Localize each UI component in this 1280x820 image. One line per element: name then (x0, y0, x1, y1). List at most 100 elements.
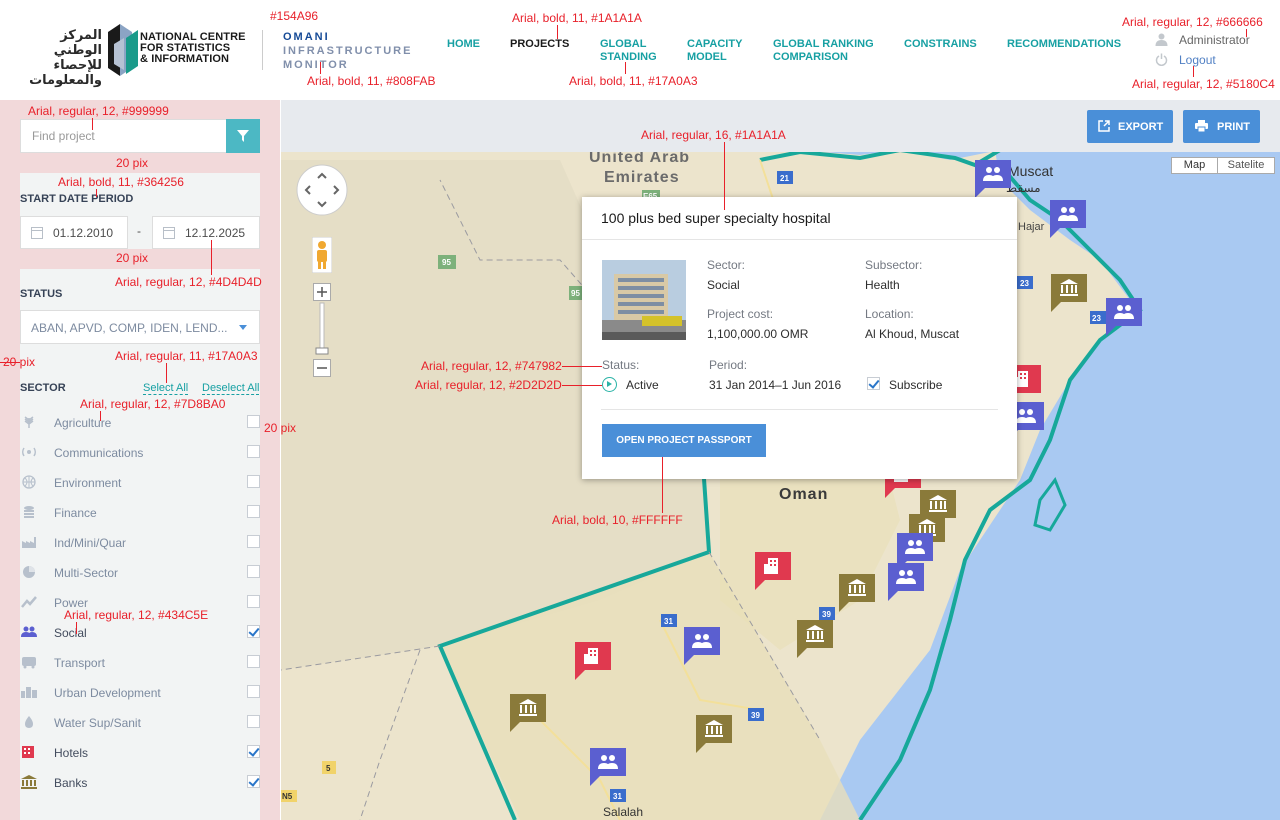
header-divider (262, 30, 263, 70)
subsector-value: Health (865, 278, 900, 292)
bus-icon (22, 657, 36, 669)
popup-divider-bottom (601, 409, 998, 410)
subsector-label: Subsector: (865, 258, 923, 272)
nav-constrains[interactable]: CONSTRAINS (904, 38, 977, 51)
map-type-map[interactable]: Map (1171, 157, 1218, 174)
sector-item-environment[interactable]: Environment (20, 467, 260, 497)
sector-item-transport[interactable]: Transport (20, 647, 260, 677)
sector-checkbox[interactable] (247, 565, 260, 578)
sector-checkbox[interactable] (247, 595, 260, 608)
project-search[interactable]: Find project (20, 119, 260, 153)
annotation: 20 pix (116, 156, 149, 170)
sector-checkbox[interactable] (247, 535, 260, 548)
app-title: OMANI INFRASTRUCTURE MONITOR (283, 31, 413, 71)
sector-checkbox[interactable] (247, 775, 260, 788)
status-select[interactable]: ABAN, APVD, COMP, IDEN, LEND... (20, 310, 260, 344)
sector-checkbox[interactable] (247, 445, 260, 458)
sector-item-ind-mini-quar[interactable]: Ind/Mini/Quar (20, 527, 260, 557)
annotation: Arial, regular, 12, #666666 (1122, 15, 1263, 29)
annotation: Arial, bold, 11, #364256 (58, 175, 184, 189)
map-type-satellite[interactable]: Satelite (1217, 157, 1275, 174)
date-from-field[interactable]: 01.12.2010 (20, 216, 128, 249)
export-label: EXPORT (1118, 121, 1164, 133)
status-label: Status: (602, 358, 640, 372)
sector-checkbox[interactable] (247, 655, 260, 668)
drop-icon (25, 716, 33, 728)
svg-text:23: 23 (1092, 314, 1101, 323)
map-label-hajar: Hajar (1018, 221, 1045, 233)
calendar-icon (31, 227, 43, 239)
nav-capacity-model[interactable]: CAPACITY MODEL (687, 38, 757, 64)
sector-checkbox[interactable] (247, 625, 260, 638)
sector-item-label: Ind/Mini/Quar (54, 536, 127, 550)
project-popup: 100 plus bed super specialty hospital Se… (582, 197, 1017, 479)
sector-item-banks[interactable]: Banks (20, 767, 260, 797)
nav-global-standing[interactable]: GLOBAL STANDING (600, 38, 670, 64)
sector-checkbox[interactable] (247, 505, 260, 518)
sector-item-communications[interactable]: Communications (20, 437, 260, 467)
sector-checkbox[interactable] (247, 475, 260, 488)
ncsi-logo[interactable]: المركز الوطني للإحصاء والمعلومات NATIONA… (20, 24, 250, 88)
svg-text:31: 31 (664, 617, 673, 626)
sector-item-label: Agriculture (54, 416, 112, 430)
sector-item-water-sup-sanit[interactable]: Water Sup/Sanit (20, 707, 260, 737)
annotation: Arial, regular, 11, #17A0A3 (115, 349, 258, 363)
sector-item-hotels[interactable]: Hotels (20, 737, 260, 767)
annotation-line (96, 189, 97, 197)
annotation-line (320, 62, 321, 74)
nav-home[interactable]: HOME (447, 38, 480, 51)
annotation: 20 pix (116, 251, 149, 265)
subscribe-checkbox[interactable] (867, 377, 880, 390)
map-label-muscat-ar: مسقط (1006, 181, 1041, 195)
annotation: Arial, regular, 12, #434C5E (64, 608, 209, 622)
sector-item-urban-development[interactable]: Urban Development (20, 677, 260, 707)
globe-icon (22, 475, 36, 489)
status-value: Active (626, 378, 659, 392)
annotation-line (625, 62, 626, 74)
select-all-link[interactable]: Select All (143, 382, 189, 395)
sector-item-label: Hotels (54, 746, 89, 760)
subscribe-label: Subscribe (889, 378, 943, 392)
sector-checkbox[interactable] (247, 715, 260, 728)
period-value: 31 Jan 2014–1 Jun 2016 (709, 378, 842, 392)
svg-text:95: 95 (442, 258, 451, 267)
sector-heading: SECTOR (20, 382, 66, 394)
period-label: Period: (709, 358, 748, 372)
deselect-all-link[interactable]: Deselect All (202, 382, 260, 395)
annotation: Arial, bold, 11, #808FAB (307, 74, 436, 88)
page: المركز الوطني للإحصاء والمعلومات NATIONA… (0, 0, 1280, 820)
search-input[interactable]: Find project (32, 129, 95, 143)
sector-item-label: Transport (54, 656, 105, 670)
map-label-oman: Oman (779, 486, 828, 503)
sector-item-label: Urban Development (54, 686, 161, 700)
open-passport-button[interactable]: OPEN PROJECT PASSPORT (602, 424, 766, 457)
sector-item-label: Social (54, 626, 87, 640)
street-view-pegman-icon[interactable] (312, 237, 332, 273)
nav-global-ranking-comparison[interactable]: GLOBAL RANKING COMPARISON (773, 38, 883, 64)
export-button[interactable]: EXPORT (1087, 110, 1173, 143)
ncsi-logo-mark-icon (108, 24, 138, 76)
sector-item-label: Finance (54, 506, 97, 520)
sector-item-finance[interactable]: Finance (20, 497, 260, 527)
sector-checkbox[interactable] (247, 685, 260, 698)
nav-projects[interactable]: PROJECTS (510, 38, 569, 51)
sector-checkbox[interactable] (247, 415, 260, 428)
sector-checkbox[interactable] (247, 745, 260, 758)
print-label: PRINT (1217, 121, 1250, 133)
annotation-line (1193, 66, 1194, 77)
pan-control[interactable] (296, 164, 348, 216)
calendar-icon (163, 227, 175, 239)
sector-item-multi-sector[interactable]: Multi-Sector (20, 557, 260, 587)
filter-button[interactable] (226, 119, 260, 153)
print-button[interactable]: PRINT (1183, 110, 1260, 143)
sector-item-agriculture[interactable]: Agriculture (20, 407, 260, 437)
sector-value: Social (707, 278, 740, 292)
date-to-field[interactable]: 12.12.2025 (152, 216, 260, 249)
zoom-control[interactable] (313, 283, 331, 378)
annotation: 20 pix (264, 421, 297, 435)
export-icon (1098, 120, 1110, 132)
nav-recommendations[interactable]: RECOMMENDATIONS (1007, 38, 1121, 51)
logout-link[interactable]: Logout (1179, 53, 1216, 67)
annotation-line (92, 118, 93, 130)
annotation: Arial, regular, 12, #4D4D4D (115, 275, 262, 289)
